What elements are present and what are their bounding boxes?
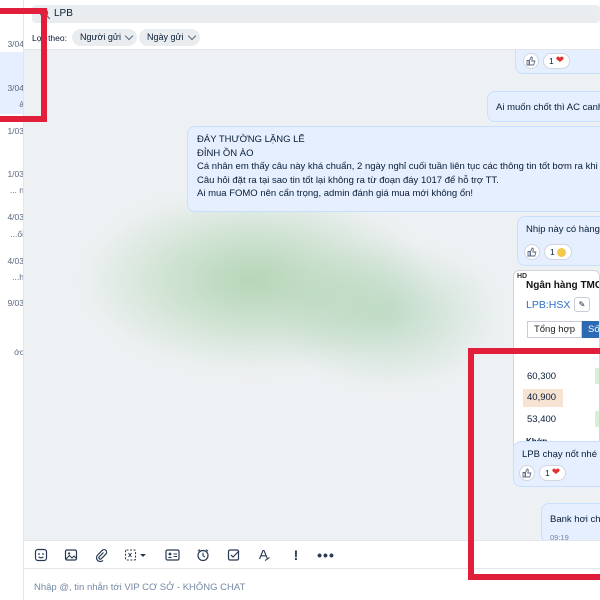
task-checkbox-icon[interactable] [226,547,242,563]
message-line: ĐỈNH ỒN ÀO [197,147,254,159]
attachment-icon[interactable] [93,547,109,563]
composer-placeholder: Nhập @, tin nhắn tới VIP CƠ SỞ - KHÔNG C… [34,582,246,593]
conversation-date: 1/03 [7,126,24,136]
pencil-icon[interactable]: ✎ [574,297,590,312]
message-line: Ai mua FOMO nên cẩn trọng, admin đánh gi… [197,188,474,199]
urgent-icon[interactable]: ! [288,547,304,563]
reaction-row: 1 [524,244,572,260]
heart-icon: ❤ [555,55,565,66]
like-icon[interactable] [523,53,539,69]
conversation-snippet: h... [12,272,24,282]
hd-badge: HD [517,273,528,280]
reaction-count[interactable]: 1 [544,244,572,260]
message-line: Câu hỏi đặt ra tại sao tin tốt lại không… [197,174,499,186]
chevron-down-icon [187,31,196,41]
reminder-clock-icon[interactable] [195,547,211,563]
date-filter-dropdown[interactable]: Ngày gửi [139,29,200,46]
conversation-date: 9/03 [7,298,24,308]
message-text: Nhịp này có hàng [526,224,600,235]
sticker-icon[interactable] [33,547,49,563]
chat-header: LPB Lọc theo: Người gửi Ngày gửi [24,0,600,50]
conversation-snippet: ớc [14,347,24,357]
image-icon[interactable] [63,547,79,563]
sender-filter-dropdown[interactable]: Người gửi [72,29,137,46]
laugh-emoji-icon [556,247,566,257]
conversation-snippet: ối... [10,229,24,239]
tab-overview[interactable]: Tổng hợp [527,321,582,338]
message-line: Cá nhân em thấy câu này khá chuẩn, 2 ngà… [197,161,598,172]
reaction-row: 1 ❤ [523,53,571,69]
message-line: ĐÁY THƯỜNG LẶNG LẼ [197,134,305,145]
stock-ticker[interactable]: LPB:HSX [526,299,570,311]
message-bubble[interactable]: ĐÁY THƯỜNG LẶNG LẼ ĐỈNH ỒN ÀO Cá nhân em… [187,126,600,212]
search-value: LPB [54,8,73,19]
screenshot-icon[interactable] [123,547,149,563]
conversation-snippet: n ... [9,185,24,195]
stock-title: Ngân hàng TMC [526,280,600,291]
more-options-icon[interactable]: ••• [317,547,334,563]
text-format-icon[interactable] [256,547,272,563]
reaction-count[interactable]: 1 ❤ [543,53,571,69]
tab-other[interactable]: Số [582,321,599,338]
conversation-date: 4/03 [7,212,24,222]
chevron-down-icon [124,31,134,41]
message-bubble[interactable]: Ai muốn chốt thì AC canh [487,91,600,122]
like-icon[interactable] [524,244,540,260]
conversation-date: 4/03 [7,256,24,266]
message-text: Ai muốn chốt thì AC canh [496,102,600,113]
conversation-date: 1/03 [7,169,24,179]
annotation-frame [468,348,600,580]
annotation-frame [0,8,47,122]
search-input[interactable]: LPB [32,5,600,23]
contact-card-icon[interactable] [164,547,180,563]
